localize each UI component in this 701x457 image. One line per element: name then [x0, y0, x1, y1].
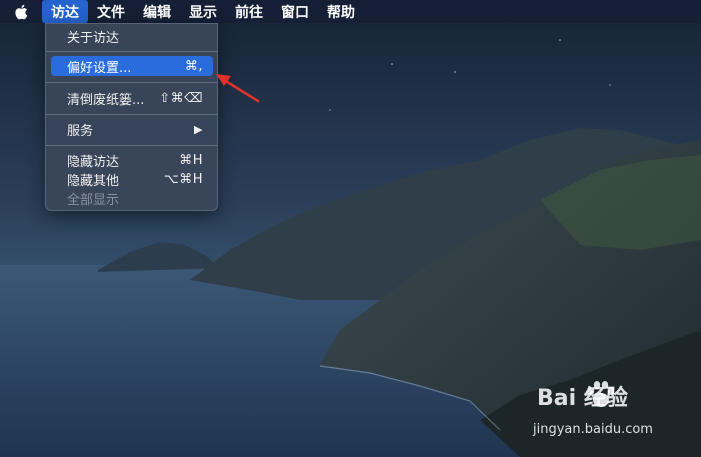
menu-help[interactable]: 帮助 — [318, 0, 364, 23]
baidu-jingyan-watermark: Bai 经验 jingyan.baidu.com — [533, 378, 701, 444]
apple-icon — [15, 4, 28, 19]
menu-separator — [46, 145, 217, 146]
menu-item-preferences[interactable]: 偏好设置... ⌘, — [51, 56, 213, 76]
shortcut-label: ⇧⌘⌫ — [159, 90, 203, 106]
shortcut-label: ⌥⌘H — [163, 171, 203, 187]
menu-separator — [46, 114, 217, 115]
menu-file[interactable]: 文件 — [88, 0, 134, 23]
menu-bar: 访达 文件 编辑 显示 前往 窗口 帮助 — [0, 0, 701, 23]
menu-separator — [46, 82, 217, 83]
apple-menu-button[interactable] — [0, 0, 42, 23]
menu-go[interactable]: 前往 — [226, 0, 272, 23]
menu-item-show-all: 全部显示 — [67, 192, 120, 208]
watermark-url: jingyan.baidu.com — [533, 422, 653, 437]
menu-item-empty-trash[interactable]: 清倒废纸篓... ⇧⌘⌫ — [51, 88, 213, 108]
menu-view[interactable]: 显示 — [180, 0, 226, 23]
menu-item-hide-finder[interactable]: 隐藏访达 ⌘H — [51, 150, 213, 170]
menu-item-about-finder[interactable]: 关于访达 — [51, 26, 213, 46]
paw-icon — [587, 381, 615, 407]
menu-finder[interactable]: 访达 — [42, 0, 88, 23]
shortcut-label: ⌘H — [179, 152, 203, 168]
shortcut-label: ⌘, — [184, 58, 203, 74]
menu-separator — [46, 51, 217, 52]
submenu-arrow-icon: ▶ — [194, 122, 203, 136]
menu-window[interactable]: 窗口 — [272, 0, 318, 23]
finder-dropdown-menu: 关于访达 偏好设置... ⌘, 清倒废纸篓... ⇧⌘⌫ 服务 ▶ 隐藏访达 ⌘… — [45, 23, 218, 211]
menu-edit[interactable]: 编辑 — [134, 0, 180, 23]
menu-item-hide-others[interactable]: 隐藏其他 ⌥⌘H — [51, 169, 213, 189]
menu-item-services[interactable]: 服务 ▶ — [51, 119, 213, 139]
